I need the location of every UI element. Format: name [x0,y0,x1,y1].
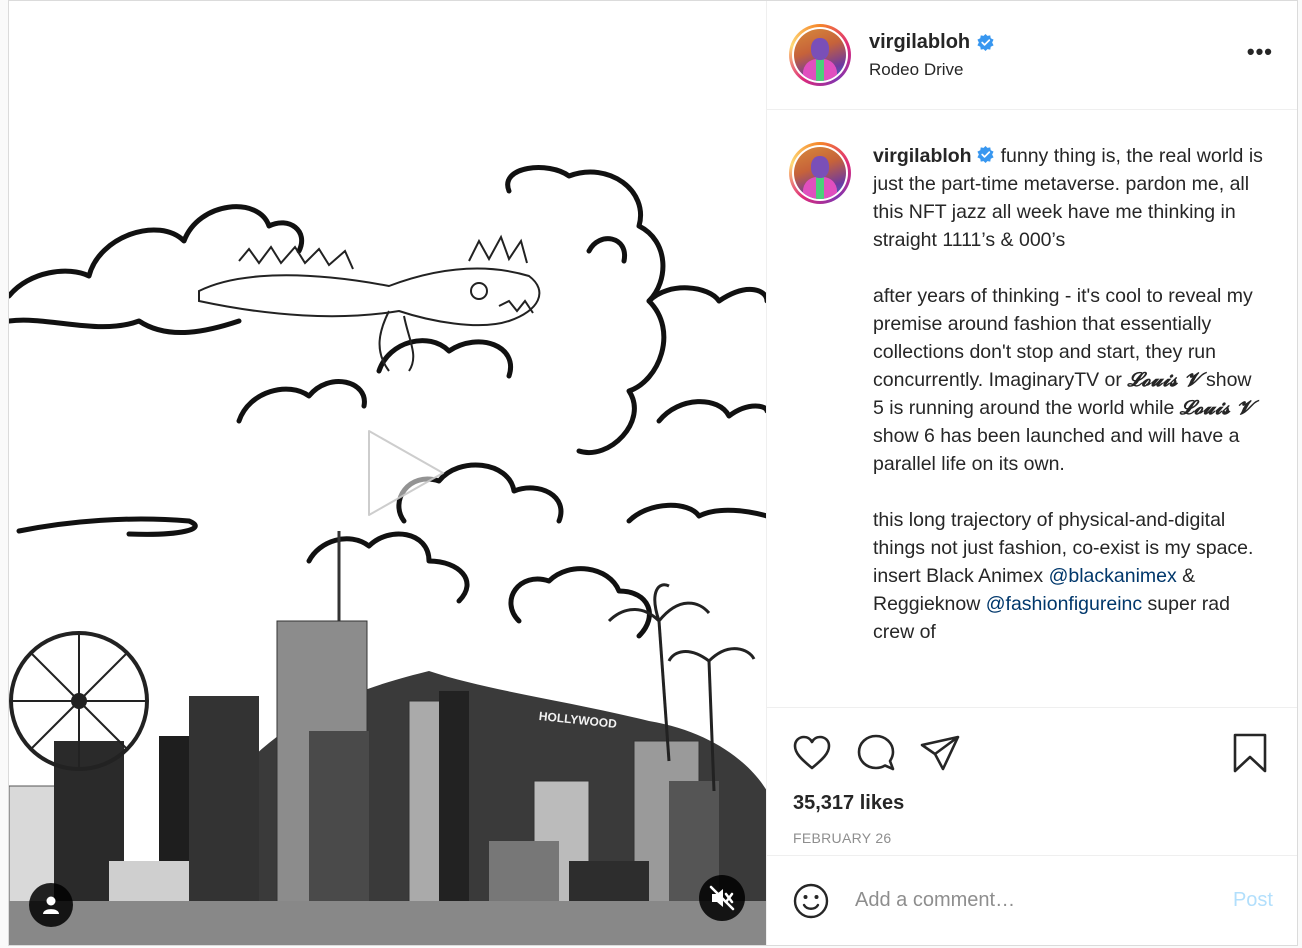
post-card: HOLLYWOOD virgilabloh Rodeo Drive ••• vi… [8,0,1298,946]
emoji-button[interactable] [791,881,831,921]
caption-paragraph-3: this long trajectory of physical-and-dig… [873,509,1254,643]
comment-icon [857,734,895,771]
author-username[interactable]: virgilabloh [869,31,970,54]
user-tag-icon [43,896,59,914]
verified-badge-icon [977,33,994,51]
louis-v-text: 𝓛𝓸𝓾𝓲𝓼 𝓥 [1127,368,1201,391]
mention-link-fashionfigureinc[interactable]: @fashionfigureinc [986,593,1142,615]
post-date[interactable]: FEBRUARY 26 [793,830,892,846]
comment-button[interactable] [855,732,897,774]
play-button[interactable] [344,416,454,526]
avatar-image [794,147,846,199]
avatar-image [794,29,846,81]
more-options-button[interactable]: ••• [1247,39,1273,65]
tagged-users-button[interactable] [29,883,73,927]
louis-v-text: 𝓛𝓸𝓾𝓲𝓼 𝓥 [1179,396,1254,419]
post-comment-button[interactable]: Post [1233,889,1273,912]
chevron-right-icon [726,464,736,480]
caption: virgilabloh funny thing is, the real worl… [789,142,1271,646]
next-media-button[interactable] [711,452,751,492]
avatar[interactable] [789,24,851,86]
mute-toggle-button[interactable] [699,875,745,921]
comments-section[interactable]: virgilabloh funny thing is, the real worl… [767,110,1297,707]
bookmark-icon [1233,733,1267,773]
caption-paragraph-2: after years of thinking - it's cool to r… [873,285,1254,475]
post-location[interactable]: Rodeo Drive [869,60,995,80]
like-button[interactable] [791,732,833,774]
likes-count[interactable]: 35,317 likes [793,792,904,815]
comment-form: Post [767,855,1297,945]
volume-muted-icon [709,885,735,911]
share-button[interactable] [919,732,961,774]
emoji-icon [793,883,829,918]
post-side-panel: virgilabloh Rodeo Drive ••• virgilabloh … [767,1,1297,945]
post-media[interactable]: HOLLYWOOD [9,1,767,945]
caption-username[interactable]: virgilabloh [873,145,972,167]
play-icon [368,430,444,516]
send-icon [920,735,960,771]
save-button[interactable] [1229,730,1271,776]
heart-icon [793,735,831,770]
caption-avatar[interactable] [789,142,851,204]
comment-input[interactable] [855,889,1223,912]
post-actions: 35,317 likes FEBRUARY 26 [767,707,1297,855]
mention-link-blackanimex[interactable]: @blackanimex [1049,565,1177,587]
verified-badge-icon [977,145,994,164]
post-header: virgilabloh Rodeo Drive ••• [767,1,1297,110]
caption-text: virgilabloh funny thing is, the real worl… [873,142,1263,646]
